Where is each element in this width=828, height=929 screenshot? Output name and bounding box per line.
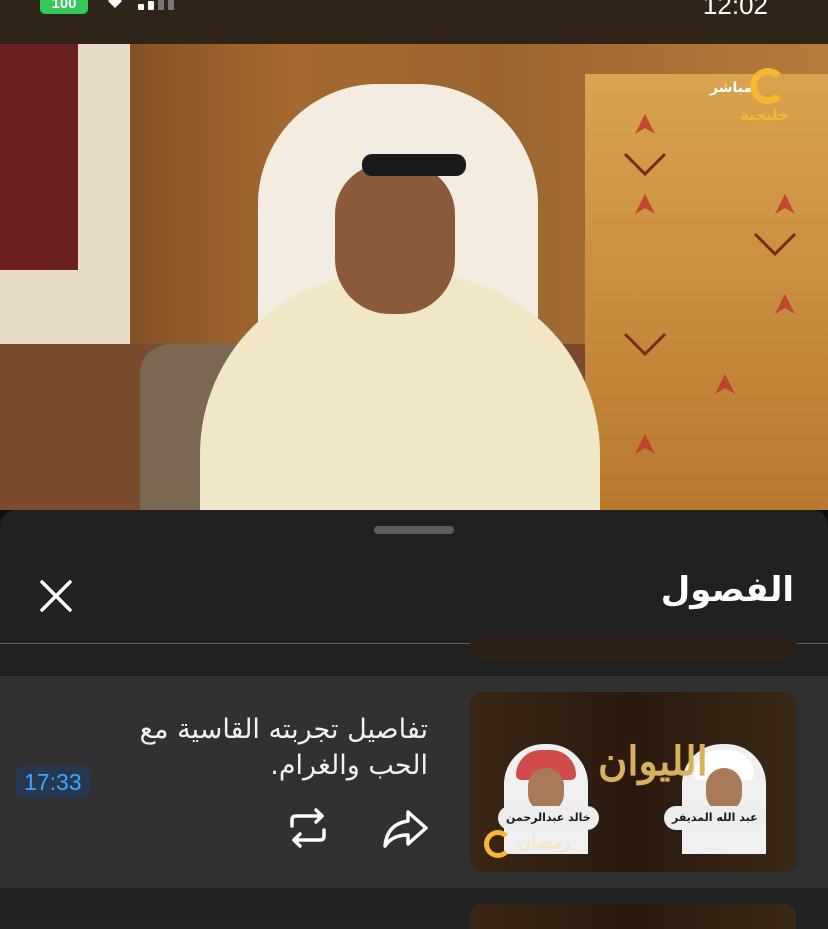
previous-chapter-thumbnail[interactable] xyxy=(470,638,796,660)
status-bar: 100 12:02 xyxy=(0,0,828,44)
guest-1-name: خالد عبدالرحمن xyxy=(498,806,599,830)
live-label: مباشر xyxy=(710,80,753,96)
share-button[interactable] xyxy=(380,804,430,852)
season-label: رمضان xyxy=(518,832,571,853)
wifi-icon xyxy=(108,0,122,8)
rotana-ring-icon xyxy=(750,68,786,104)
chapter-timestamp[interactable]: 17:33 xyxy=(16,766,90,798)
drag-handle[interactable] xyxy=(374,526,454,534)
chapter-description: تفاصيل تجربته القاسية مع الحب والغرام. xyxy=(139,714,428,781)
video-player[interactable]: مباشر خليجية xyxy=(0,44,828,510)
chapter-item[interactable]: الليوان خالد عبدالرحمن عبد الله المديفر … xyxy=(0,676,828,888)
pattern-decor xyxy=(623,114,797,454)
next-chapter-thumbnail[interactable] xyxy=(470,904,796,929)
program-title: الليوان xyxy=(598,738,708,785)
chapter-thumbnail[interactable]: الليوان خالد عبدالرحمن عبد الله المديفر … xyxy=(470,692,796,872)
repeat-button[interactable] xyxy=(284,804,332,852)
backdrop-screen xyxy=(585,74,828,510)
backdrop-panel xyxy=(0,44,130,344)
repeat-icon xyxy=(290,808,326,848)
sheet-title: الفصول xyxy=(660,570,794,610)
chapters-sheet: الفصول الليوان خالد عبدالرحمن عبد الله ا… xyxy=(0,510,828,929)
agal xyxy=(362,154,466,176)
battery-indicator: 100 xyxy=(40,0,88,14)
channel-logo: مباشر خليجية xyxy=(706,68,800,128)
signal-icon xyxy=(138,0,178,10)
close-icon xyxy=(40,580,72,612)
person-face xyxy=(335,164,455,314)
close-button[interactable] xyxy=(36,576,76,616)
brand-logo-icon xyxy=(484,830,512,858)
channel-name: خليجية xyxy=(740,106,790,124)
share-icon xyxy=(383,810,428,848)
status-time: 12:02 xyxy=(702,0,768,20)
guest-2-name: عبد الله المديفر xyxy=(664,806,766,830)
